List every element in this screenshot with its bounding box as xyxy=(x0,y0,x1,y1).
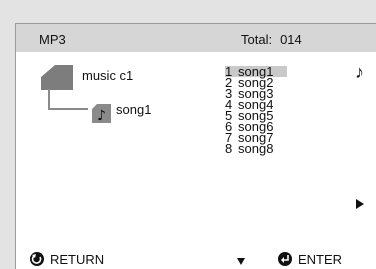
song-list: 1 song1 2 song2 3 song3 4 song4 5 song5 6 song… xyxy=(225,65,287,155)
enter-icon xyxy=(278,252,292,266)
page-title: MP3 xyxy=(39,32,66,47)
folder-item-label[interactable]: music c1 xyxy=(82,68,133,83)
enter-button[interactable]: ENTER xyxy=(278,252,342,267)
tree-connector xyxy=(48,89,98,119)
next-page-arrow-icon[interactable] xyxy=(356,199,364,209)
header-bar: MP3 Total: 014 xyxy=(16,24,376,52)
music-file-icon: ♪ xyxy=(92,104,111,124)
mp3-browser-panel: MP3 Total: 014 music c1 ♪ song1 1 song1 2s… xyxy=(15,23,376,269)
return-button[interactable]: RETURN xyxy=(30,252,104,267)
music-note-icon: ♪ xyxy=(355,62,364,82)
down-arrow-icon[interactable] xyxy=(237,258,245,265)
svg-text:♪: ♪ xyxy=(97,108,106,123)
file-item-label[interactable]: song1 xyxy=(116,102,151,117)
list-item[interactable]: 8 song8 xyxy=(225,142,287,155)
folder-icon xyxy=(41,65,73,90)
return-label: RETURN xyxy=(50,252,105,267)
enter-label: ENTER xyxy=(298,252,343,267)
total-value: 014 xyxy=(280,32,302,47)
total-count: Total: 014 xyxy=(241,32,302,47)
return-icon xyxy=(30,252,44,266)
total-label: Total: xyxy=(241,32,273,47)
